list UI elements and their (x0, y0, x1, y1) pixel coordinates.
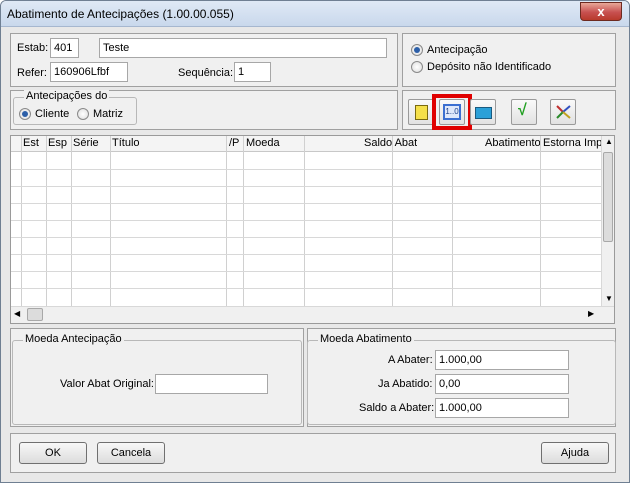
grid-col-divider (452, 136, 453, 306)
vertical-scroll-thumb[interactable] (603, 152, 613, 242)
grid-row-divider (11, 186, 603, 187)
scroll-left-icon[interactable]: ◀ (14, 309, 20, 318)
scroll-down-icon[interactable]: ▼ (605, 294, 613, 303)
col-est[interactable]: Est (23, 137, 39, 149)
grid-col-divider (304, 136, 305, 306)
moeda-antecipacao-group: Moeda Antecipação Valor Abat Original: (12, 333, 302, 425)
moeda-abatimento-panel: Moeda Abatimento A Abater: 1.000,00 Ja A… (307, 328, 616, 427)
a-abater-label: A Abater: (388, 354, 433, 366)
radio-antecipacao-label: Antecipação (427, 44, 488, 56)
new-button[interactable] (408, 99, 434, 125)
close-button[interactable]: x (580, 2, 622, 21)
grid-row-divider (11, 203, 603, 204)
grid-col-divider (46, 136, 47, 306)
tree-button[interactable] (550, 99, 576, 125)
col-esp[interactable]: Esp (48, 137, 67, 149)
checkmark-icon: √ (518, 102, 527, 119)
radio-cliente[interactable] (19, 108, 31, 120)
a-abater-field[interactable]: 1.000,00 (435, 350, 569, 370)
grid-horizontal-scrollbar[interactable]: ◀ ▶ (11, 306, 614, 323)
antecipacoes-group: Antecipações do Cliente Matriz (13, 90, 137, 125)
ok-button[interactable]: OK (19, 442, 87, 464)
antecipacoes-panel: Antecipações do Cliente Matriz (10, 90, 398, 130)
moeda-antecipacao-label: Moeda Antecipação (23, 333, 124, 345)
new-icon (415, 105, 428, 120)
col-saldo-abat[interactable]: Saldo Abat (364, 137, 417, 149)
titles-grid[interactable]: Est Esp Série Título /P Moeda Saldo Abat… (10, 135, 615, 324)
grid-col-divider (71, 136, 72, 306)
col-abatimento[interactable]: Abatimento (485, 137, 541, 149)
radio-matriz[interactable] (77, 108, 89, 120)
footer-panel: OK Cancela Ajuda (10, 433, 616, 473)
ja-abatido-label: Ja Abatido: (378, 378, 433, 390)
grid-vertical-scrollbar[interactable]: ▲ ▼ (601, 136, 614, 306)
horizontal-scroll-thumb[interactable] (27, 308, 43, 321)
grid-col-divider (392, 136, 393, 306)
grid-row-divider (11, 271, 603, 272)
estab-name-field[interactable]: Teste (99, 38, 387, 58)
moeda-abatimento-label: Moeda Abatimento (318, 333, 414, 345)
tree-icon (556, 105, 571, 119)
moeda-antecipacao-panel: Moeda Antecipação Valor Abat Original: (10, 328, 304, 427)
grid-row-divider (11, 254, 603, 255)
grid-col-divider (21, 136, 22, 306)
grid-col-divider (226, 136, 227, 306)
scroll-up-icon[interactable]: ▲ (605, 137, 613, 146)
grid-row-divider (11, 237, 603, 238)
help-button[interactable]: Ajuda (541, 442, 609, 464)
radio-deposito-label: Depósito não Identificado (427, 61, 552, 73)
confirm-button[interactable]: √ (511, 99, 537, 125)
estab-field[interactable]: 401 (50, 38, 79, 58)
scroll-right-icon[interactable]: ▶ (588, 309, 594, 318)
col-moeda[interactable]: Moeda (246, 137, 280, 149)
grid-col-divider (110, 136, 111, 306)
refer-field[interactable]: 160906Lfbf (50, 62, 128, 82)
col-serie[interactable]: Série (73, 137, 99, 149)
radio-cliente-label: Cliente (35, 108, 70, 120)
saldo-a-abater-label: Saldo a Abater: (359, 402, 435, 414)
range-selection-icon: 1..0 (443, 104, 461, 120)
radio-matriz-label: Matriz (93, 108, 123, 120)
grid-col-divider (540, 136, 541, 306)
radio-deposito[interactable] (411, 61, 423, 73)
ja-abatido-field[interactable]: 0,00 (435, 374, 569, 394)
col-parcela[interactable]: /P (229, 137, 239, 149)
sequencia-field[interactable]: 1 (234, 62, 271, 82)
grid-header: Est Esp Série Título /P Moeda Saldo Abat… (11, 136, 603, 152)
valor-abat-original-field[interactable] (155, 374, 268, 394)
folder-button[interactable] (470, 99, 496, 125)
type-panel: Antecipação Depósito não Identificado (402, 33, 616, 87)
grid-row-divider (11, 169, 603, 170)
dialog-window: Abatimento de Antecipações (1.00.00.055)… (0, 0, 630, 483)
sequencia-label: Sequência: (178, 67, 234, 79)
grid-col-divider (243, 136, 244, 306)
moeda-abatimento-group: Moeda Abatimento A Abater: 1.000,00 Ja A… (307, 333, 616, 425)
range-selection-button[interactable]: 1..0 (439, 99, 465, 125)
title-bar: Abatimento de Antecipações (1.00.00.055)… (1, 1, 629, 27)
estab-label: Estab: (17, 42, 49, 54)
radio-antecipacao[interactable] (411, 44, 423, 56)
valor-abat-original-label: Valor Abat Original: (60, 378, 154, 390)
header-panel: Estab: 401 Teste Refer: 160906Lfbf Sequê… (10, 33, 398, 87)
toolbar-panel: 1..0 √ (402, 90, 616, 130)
antecipacoes-group-label: Antecipações do (24, 90, 110, 102)
col-estorna-impl[interactable]: Estorna Impl (543, 137, 603, 149)
grid-row-divider (11, 288, 603, 289)
grid-row-divider (11, 220, 603, 221)
folder-icon (475, 107, 492, 119)
window-title: Abatimento de Antecipações (1.00.00.055) (7, 7, 234, 21)
col-titulo[interactable]: Título (112, 137, 140, 149)
saldo-a-abater-field[interactable]: 1.000,00 (435, 398, 569, 418)
cancel-button[interactable]: Cancela (97, 442, 165, 464)
refer-label: Refer: (17, 67, 47, 79)
